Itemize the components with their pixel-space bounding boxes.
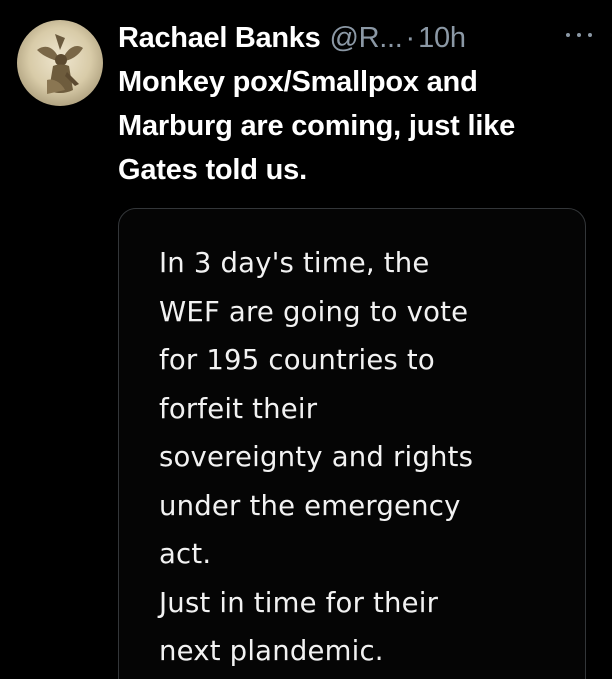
more-dot-icon xyxy=(566,33,570,37)
more-options-icon[interactable] xyxy=(566,25,592,45)
avatar[interactable] xyxy=(17,20,103,106)
tweet-header: Rachael Banks @R... · 10h xyxy=(118,16,592,60)
media-text: In 3 day's time, the WEF are going to vo… xyxy=(159,247,474,667)
angel-statue-avatar-icon xyxy=(17,20,103,106)
media-card[interactable]: In 3 day's time, the WEF are going to vo… xyxy=(118,208,586,679)
separator-dot: · xyxy=(405,21,416,54)
user-handle[interactable]: @R... xyxy=(329,22,402,55)
tweet-text: Monkey pox/Smallpox and Marburg are comi… xyxy=(118,66,516,186)
more-dot-icon xyxy=(577,33,581,37)
tweet-container: Rachael Banks @R... · 10h Monkey pox/Sma… xyxy=(0,0,612,679)
more-dot-icon xyxy=(588,33,592,37)
timestamp[interactable]: 10h xyxy=(418,22,466,55)
display-name[interactable]: Rachael Banks xyxy=(118,22,321,55)
